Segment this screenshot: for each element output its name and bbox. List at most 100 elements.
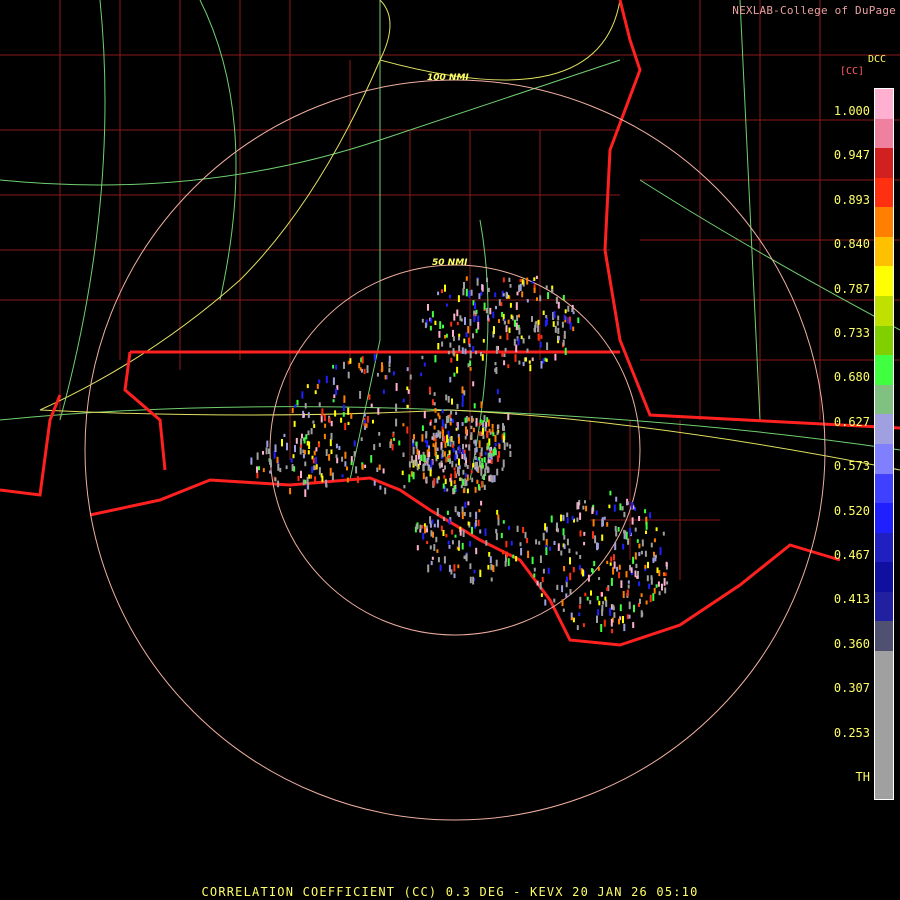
echo-pixel <box>493 475 496 483</box>
echo-pixel <box>481 458 484 462</box>
echo-pixel <box>556 321 559 326</box>
echo-pixel <box>628 614 631 619</box>
echo-pixel <box>312 457 315 464</box>
echo-pixel <box>617 527 620 532</box>
color-bar-segment <box>875 532 893 563</box>
echo-pixel <box>456 366 459 374</box>
echo-pixel <box>453 485 456 493</box>
echo-pixel <box>470 289 473 296</box>
echo-pixel <box>437 412 440 417</box>
echo-pixel <box>638 552 641 557</box>
echo-pixel <box>435 536 438 543</box>
echo-pixel <box>484 528 487 536</box>
echo-pixel <box>437 430 440 438</box>
color-bar-segment <box>875 710 893 740</box>
echo-pixel <box>481 284 484 292</box>
echo-pixel <box>652 557 655 563</box>
echo-pixel <box>572 326 575 332</box>
echo-pixel <box>269 458 271 465</box>
echo-pixel <box>350 461 353 466</box>
echo-pixel <box>422 464 425 472</box>
echo-pixel <box>437 557 440 563</box>
color-bar-tick-label: 0.840 <box>833 237 870 252</box>
echo-pixel <box>545 315 548 319</box>
echo-pixel <box>479 529 482 534</box>
echo-pixel <box>315 456 317 465</box>
echo-pixel <box>520 335 523 340</box>
echo-pixel <box>644 550 647 557</box>
echo-pixel <box>318 379 321 384</box>
echo-pixel <box>601 534 604 541</box>
echo-pixel <box>630 567 633 573</box>
echo-pixel <box>250 457 253 465</box>
echo-pixel <box>620 580 623 588</box>
color-bar-tick-label: 0.413 <box>833 592 870 607</box>
echo-pixel <box>518 314 520 318</box>
echo-pixel <box>382 468 385 474</box>
echo-pixel <box>452 444 454 448</box>
echo-pixel <box>571 308 574 312</box>
echo-pixel <box>313 465 316 471</box>
echo-pixel <box>428 451 431 458</box>
echo-pixel <box>454 454 457 461</box>
echo-pixel <box>553 311 556 318</box>
echo-pixel <box>361 464 364 470</box>
echo-pixel <box>537 333 540 341</box>
echo-pixel <box>453 564 456 572</box>
echo-pixel <box>648 583 651 589</box>
site-code: DCC <box>868 54 887 65</box>
echo-pixel <box>439 564 442 572</box>
echo-pixel <box>613 554 615 561</box>
echo-pixel <box>494 442 497 446</box>
echo-pixel <box>431 556 434 560</box>
color-bar-tick-label: 1.000 <box>833 104 870 118</box>
echo-pixel <box>519 278 522 283</box>
echo-pixel <box>451 529 454 535</box>
echo-pixel <box>434 355 437 363</box>
echo-pixel <box>412 471 415 480</box>
echo-pixel <box>459 528 462 536</box>
echo-pixel <box>483 302 486 310</box>
echo-pixel <box>659 547 662 556</box>
color-bar-tick-label: 0.680 <box>833 370 870 385</box>
echo-pixel <box>487 419 490 427</box>
echo-pixel <box>650 542 653 548</box>
echo-pixel <box>618 618 620 625</box>
echo-pixel <box>445 303 448 307</box>
echo-pixel <box>406 404 409 408</box>
echo-pixel <box>557 543 560 551</box>
echo-pixel <box>488 552 491 557</box>
echo-pixel <box>496 509 499 515</box>
echo-pixel <box>477 484 480 490</box>
echo-pixel <box>561 321 564 328</box>
echo-pixel <box>442 429 444 437</box>
echo-pixel <box>562 528 565 536</box>
echo-pixel <box>557 528 559 533</box>
echo-pixel <box>328 417 331 424</box>
echo-pixel <box>510 540 513 546</box>
echo-pixel <box>470 425 473 430</box>
echo-pixel <box>473 569 476 574</box>
echo-pixel <box>454 534 457 538</box>
echo-pixel <box>601 592 603 597</box>
echo-pixel <box>618 571 621 579</box>
echo-pixel <box>395 403 398 412</box>
echo-pixel <box>635 563 638 569</box>
echo-pixel <box>353 451 356 457</box>
echo-pixel <box>461 542 464 550</box>
echo-pixel <box>544 599 547 606</box>
echo-pixel <box>401 470 404 476</box>
echo-pixel <box>618 564 621 570</box>
echo-pixel <box>518 360 521 365</box>
echo-pixel <box>265 447 268 455</box>
echo-pixel <box>464 317 466 325</box>
echo-pixel <box>426 440 429 448</box>
echo-pixel <box>338 445 341 450</box>
echo-pixel <box>539 555 542 563</box>
echo-pixel <box>424 322 427 329</box>
echo-pixel <box>292 454 295 459</box>
echo-pixel <box>460 318 463 322</box>
echo-pixel <box>347 371 350 379</box>
echo-pixel <box>508 327 511 333</box>
echo-pixel <box>480 449 483 457</box>
